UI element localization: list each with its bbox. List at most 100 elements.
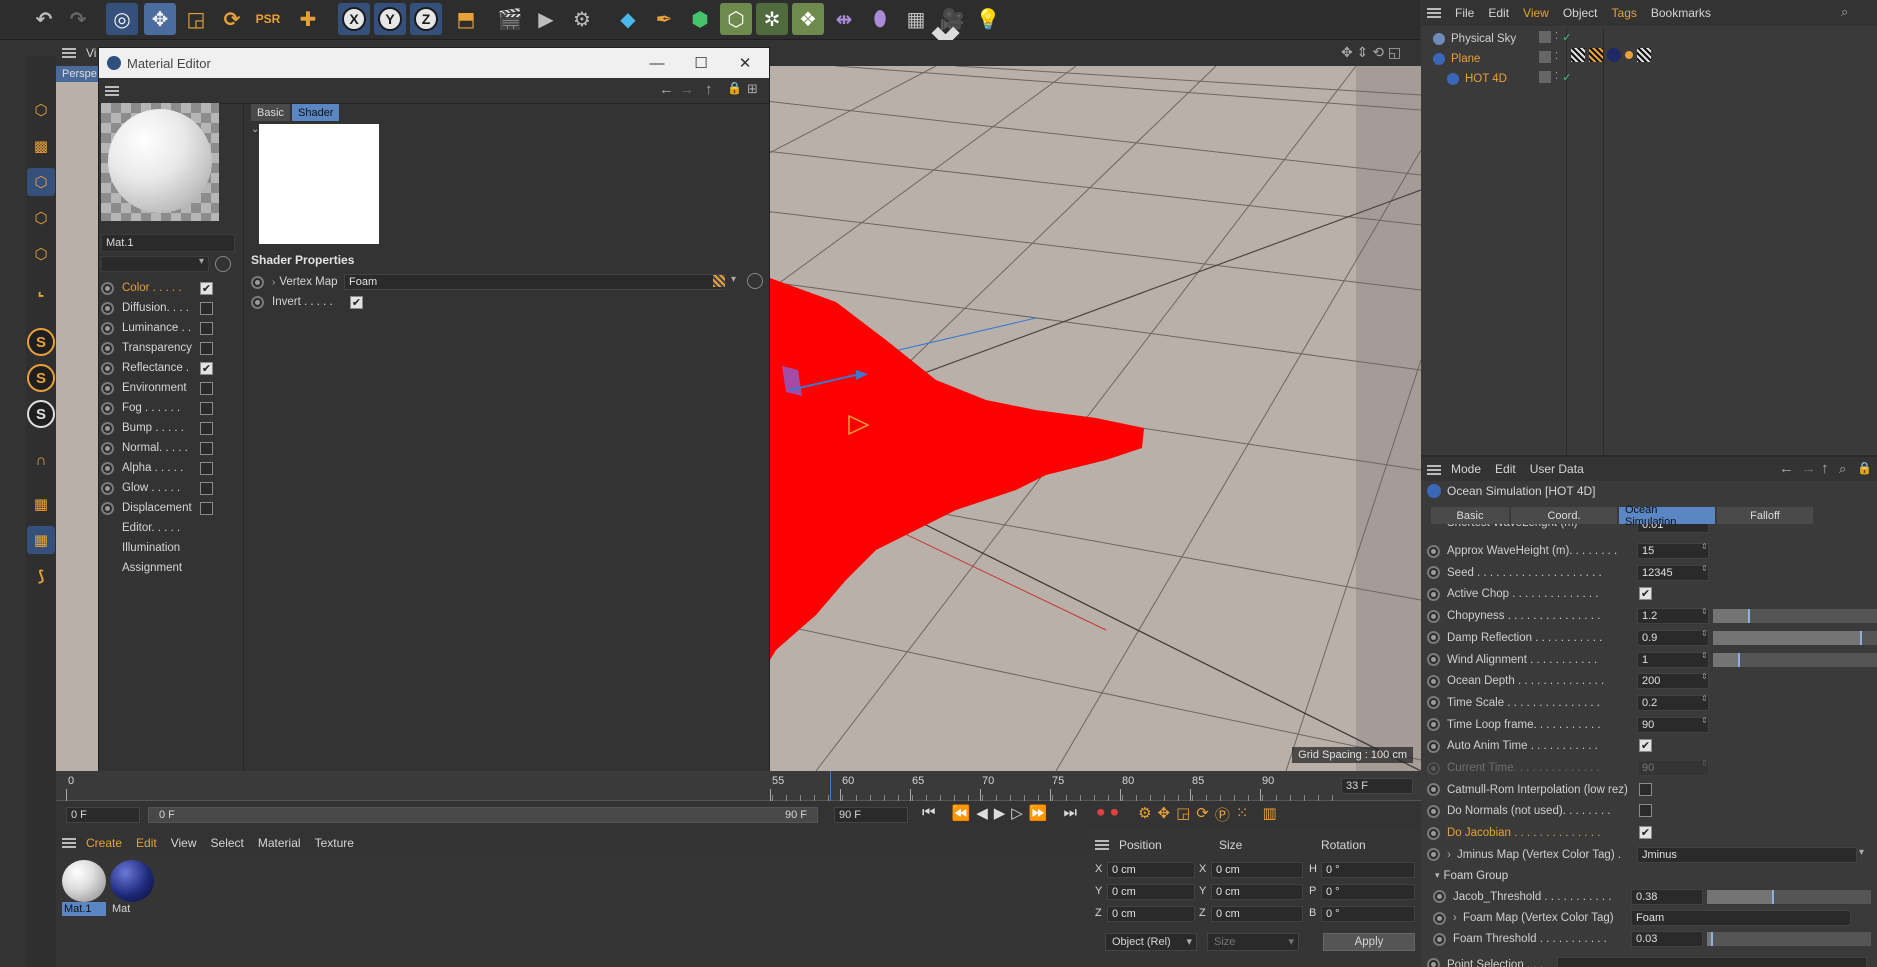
- object-visibility[interactable]: ⁚: [1539, 51, 1558, 63]
- attr-checkbox[interactable]: ✔: [1639, 739, 1652, 753]
- layer-icon[interactable]: [1539, 51, 1551, 63]
- tab-basic[interactable]: Basic: [251, 104, 290, 121]
- maximize-icon[interactable]: ☐: [681, 52, 721, 74]
- attr-slider[interactable]: [1707, 889, 1871, 904]
- add-object-icon[interactable]: ✚: [292, 3, 324, 35]
- playhead[interactable]: [830, 771, 831, 801]
- attr-back-icon[interactable]: ←: [1779, 460, 1794, 477]
- channel-extra-item[interactable]: Editor. . . . .: [101, 519, 241, 537]
- attr-value[interactable]: 0.03: [1631, 931, 1703, 948]
- channel-row[interactable]: Luminance . .: [101, 319, 241, 337]
- menu-item[interactable]: Edit: [1488, 6, 1509, 20]
- make-editable-icon[interactable]: ⬡: [27, 96, 55, 124]
- stepper-icon[interactable]: ⇕: [1701, 759, 1708, 768]
- attr-animate-icon[interactable]: [1427, 739, 1440, 753]
- position-field[interactable]: 0 cm: [1107, 884, 1195, 900]
- material-tag-icon[interactable]: [1637, 48, 1651, 62]
- goto-start-icon[interactable]: ⏮: [922, 804, 936, 825]
- channel-radio-icon[interactable]: [101, 461, 114, 475]
- frame-range-slider[interactable]: 0 F 90 F: [148, 807, 818, 823]
- render-view-icon[interactable]: ▶: [530, 3, 562, 35]
- stepper-icon[interactable]: ⇕: [1701, 716, 1708, 725]
- jminus-field[interactable]: Jminus: [1637, 846, 1857, 863]
- expand-chevron-icon[interactable]: ›: [1447, 849, 1451, 861]
- coordinate-system-icon[interactable]: ⬒: [450, 3, 482, 35]
- channel-radio-icon[interactable]: [101, 281, 114, 295]
- z-axis-icon[interactable]: Z: [410, 3, 442, 35]
- channel-checkbox[interactable]: [200, 501, 213, 515]
- menu-item[interactable]: Edit: [1495, 462, 1516, 476]
- channel-checkbox[interactable]: [200, 481, 213, 495]
- collapse-chevron-icon[interactable]: ▾: [1435, 870, 1440, 881]
- attr-animate-icon[interactable]: [1427, 848, 1440, 862]
- attribute-manager-menu-icon[interactable]: [1427, 465, 1441, 475]
- next-key-icon[interactable]: ⏩: [1029, 804, 1048, 825]
- attr-lock-icon[interactable]: 🔒: [1857, 461, 1872, 475]
- nav-back-icon[interactable]: ←: [659, 81, 674, 98]
- vertex-map-field[interactable]: Foam: [344, 274, 724, 290]
- stepper-icon[interactable]: ⇕: [1701, 672, 1708, 681]
- key-pla-icon[interactable]: ⁙: [1236, 804, 1249, 825]
- invert-checkbox[interactable]: ✔: [350, 295, 363, 309]
- attr-slider[interactable]: [1713, 630, 1877, 645]
- channel-row[interactable]: Diffusion. . . .: [101, 299, 241, 317]
- menu-item[interactable]: User Data: [1530, 462, 1584, 476]
- menu-item[interactable]: Texture: [315, 836, 354, 850]
- x-axis-icon[interactable]: X: [338, 3, 370, 35]
- keyframe-settings-icon[interactable]: ⚙: [1138, 804, 1151, 825]
- channel-checkbox[interactable]: [200, 401, 213, 415]
- deformer-icon[interactable]: ⇹: [828, 3, 860, 35]
- coordinate-manager-menu-icon[interactable]: [1095, 840, 1109, 850]
- attr-checkbox[interactable]: ✔: [1639, 826, 1652, 840]
- object-row[interactable]: Plane ⁚: [1433, 50, 1558, 68]
- vertex-map-chevron-icon[interactable]: ▾: [731, 274, 736, 285]
- layer-icon[interactable]: [1539, 31, 1551, 43]
- material-thumb[interactable]: Mat.1: [62, 860, 106, 916]
- snap-settings-icon[interactable]: S: [27, 364, 55, 392]
- scale-icon[interactable]: ◲: [180, 3, 212, 35]
- foam-group-header[interactable]: ▾ Foam Group: [1435, 866, 1877, 886]
- attr-value[interactable]: 200: [1637, 673, 1709, 690]
- channel-checkbox[interactable]: [200, 301, 213, 315]
- material-name-field[interactable]: Mat.1: [101, 234, 235, 252]
- magnet-icon[interactable]: ∩: [27, 446, 55, 474]
- channel-radio-icon[interactable]: [101, 341, 114, 355]
- nav-forward-icon[interactable]: →: [679, 81, 694, 98]
- animate-vertex-map-icon[interactable]: [251, 275, 264, 289]
- material-tag-icon[interactable]: [1571, 48, 1585, 62]
- lock-workplane-icon[interactable]: ▦: [27, 526, 55, 554]
- attr-checkbox[interactable]: [1639, 782, 1652, 796]
- object-row[interactable]: Physical Sky ⁚ ✓: [1433, 30, 1571, 48]
- channel-extra-item[interactable]: Assignment: [101, 559, 241, 577]
- pick-material-icon[interactable]: [215, 256, 231, 272]
- channel-row[interactable]: Bump . . . . .: [101, 419, 241, 437]
- pen-icon[interactable]: ✒: [648, 3, 680, 35]
- attr-up-icon[interactable]: ↑: [1821, 460, 1829, 477]
- attr-animate-icon[interactable]: [1427, 826, 1440, 840]
- attr-value[interactable]: 0.38: [1631, 888, 1703, 905]
- chevron-down-icon[interactable]: ▾: [199, 256, 204, 267]
- channel-checkbox[interactable]: [200, 441, 213, 455]
- channel-checkbox[interactable]: [200, 421, 213, 435]
- edges-mode-icon[interactable]: ⬡: [27, 240, 55, 268]
- channel-radio-icon[interactable]: [101, 501, 114, 515]
- render-settings-icon[interactable]: ⚙: [566, 3, 598, 35]
- timeline[interactable]: 33 F 0 55 60 65 70 75 80 85 90: [56, 771, 1421, 801]
- key-rotation-icon[interactable]: ⟳: [1196, 804, 1209, 825]
- attr-animate-icon[interactable]: [1427, 718, 1440, 732]
- new-panel-icon[interactable]: ⊞: [747, 81, 758, 97]
- model-mode-icon[interactable]: ⬡: [27, 168, 55, 196]
- attr-value[interactable]: 0.9: [1637, 629, 1709, 646]
- attr-value[interactable]: 1: [1637, 651, 1709, 668]
- attr-tab[interactable]: Basic: [1431, 507, 1509, 524]
- mograph-icon[interactable]: ✲: [756, 3, 788, 35]
- solo-icon[interactable]: S: [27, 400, 55, 428]
- goto-end-icon[interactable]: ⏭: [1064, 804, 1078, 825]
- channel-row[interactable]: Reflectance . ✔: [101, 359, 241, 377]
- menu-item[interactable]: View: [1523, 6, 1549, 20]
- redo-icon[interactable]: ↷: [62, 3, 94, 35]
- channel-radio-icon[interactable]: [101, 361, 114, 375]
- viewport-nav-icons[interactable]: ✥ ⇕ ⟲ ◱: [1341, 44, 1401, 61]
- next-frame-icon[interactable]: ▷: [1011, 804, 1023, 825]
- channel-checkbox[interactable]: [200, 461, 213, 475]
